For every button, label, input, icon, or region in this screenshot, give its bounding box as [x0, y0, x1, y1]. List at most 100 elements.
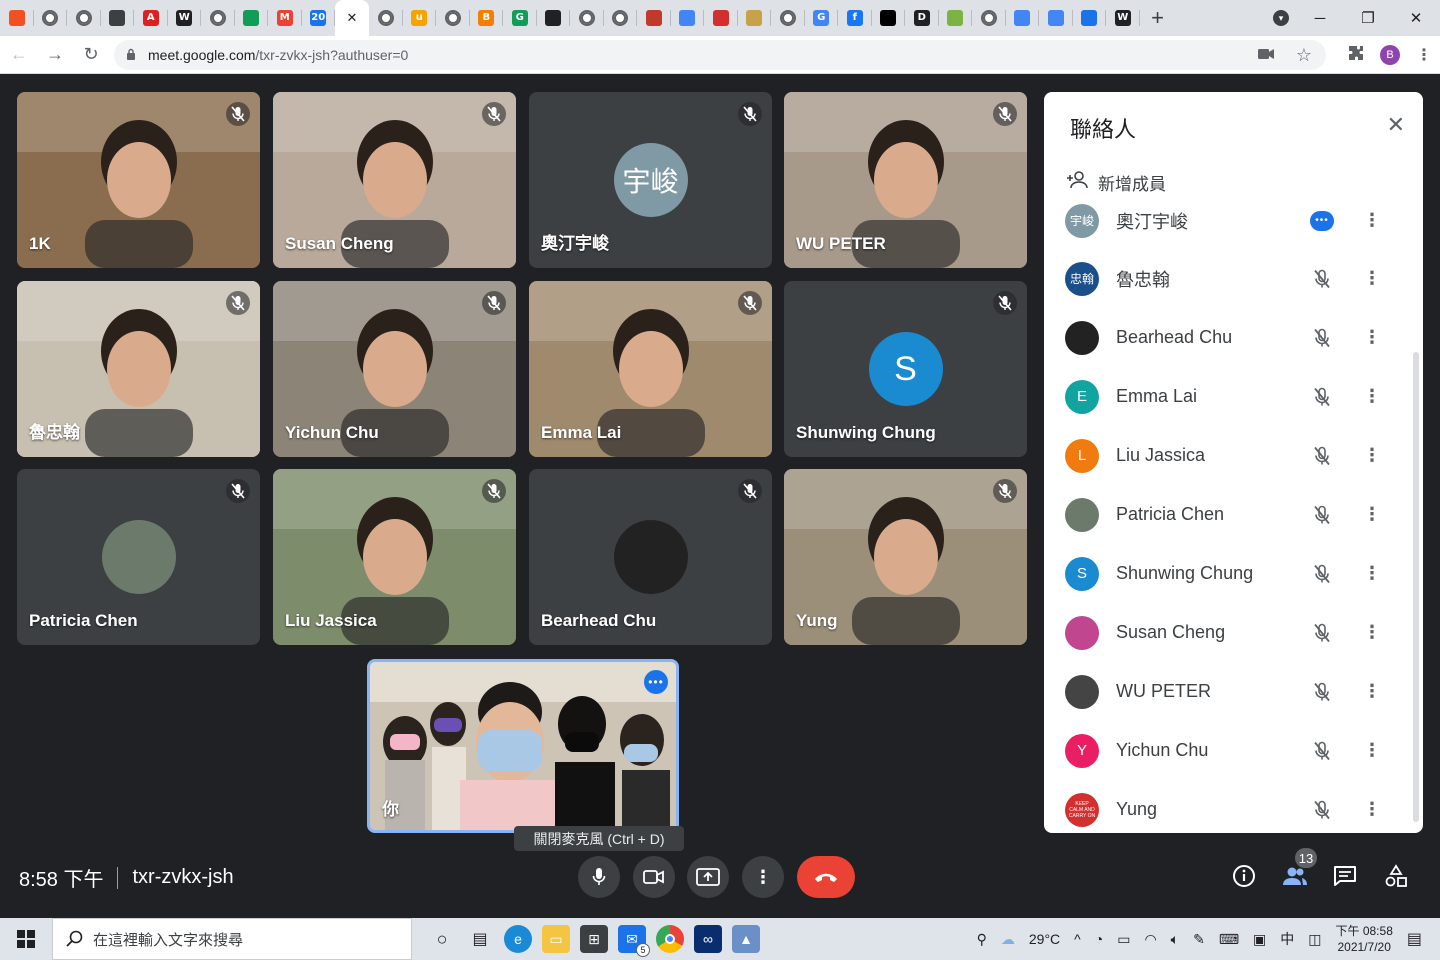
- browser-tab[interactable]: [436, 0, 470, 36]
- participant-row[interactable]: Bearhead Chu ⋮: [1044, 308, 1423, 367]
- browser-tab[interactable]: [201, 0, 235, 36]
- participant-row[interactable]: L Liu Jassica ⋮: [1044, 426, 1423, 485]
- chat-button[interactable]: [1331, 862, 1359, 890]
- participant-tile[interactable]: 魯忠翰: [17, 281, 260, 457]
- close-panel-icon[interactable]: ✕: [1387, 112, 1405, 138]
- browser-tab[interactable]: [872, 0, 906, 36]
- browser-tab[interactable]: M: [268, 0, 302, 36]
- participant-tile[interactable]: Yung: [784, 469, 1027, 645]
- present-button[interactable]: [687, 856, 729, 898]
- browser-tab[interactable]: [939, 0, 973, 36]
- browser-tab[interactable]: 20: [302, 0, 336, 36]
- star-icon[interactable]: ☆: [1296, 45, 1312, 66]
- participant-row[interactable]: Susan Cheng ⋮: [1044, 603, 1423, 662]
- browser-tab[interactable]: [771, 0, 805, 36]
- more-vert-icon[interactable]: ⋮: [1362, 267, 1382, 291]
- camera-button[interactable]: [633, 856, 675, 898]
- more-vert-icon[interactable]: ⋮: [1362, 503, 1382, 527]
- browser-tab[interactable]: [101, 0, 135, 36]
- browser-tab[interactable]: [704, 0, 738, 36]
- chrome-icon[interactable]: [656, 925, 684, 953]
- participant-tile[interactable]: Susan Cheng: [273, 92, 516, 268]
- participant-row[interactable]: 宇峻 奧汀宇峻 ••• ⋮: [1044, 196, 1423, 250]
- participant-tile[interactable]: Emma Lai: [529, 281, 772, 457]
- participant-tile[interactable]: Bearhead Chu: [529, 469, 772, 645]
- volume-icon[interactable]: 🔈︎: [1171, 931, 1179, 948]
- mic-off-icon[interactable]: [1310, 621, 1334, 645]
- pen-icon[interactable]: ✎: [1193, 931, 1205, 948]
- taskbar-search-input[interactable]: 在這裡輸入文字來搜尋: [52, 918, 412, 960]
- new-tab-button[interactable]: +: [1140, 0, 1176, 36]
- participant-tile[interactable]: WU PETER: [784, 92, 1027, 268]
- browser-tab[interactable]: ✕: [335, 0, 369, 36]
- start-button[interactable]: [0, 918, 52, 960]
- mic-off-icon[interactable]: [1310, 798, 1334, 822]
- participant-row[interactable]: E Emma Lai ⋮: [1044, 367, 1423, 426]
- mic-off-icon[interactable]: [1310, 503, 1334, 527]
- mic-off-icon[interactable]: [1310, 739, 1334, 763]
- more-vert-icon[interactable]: ⋮: [1362, 209, 1382, 233]
- participant-tile[interactable]: S Shunwing Chung: [784, 281, 1027, 457]
- participant-tile[interactable]: 1K: [17, 92, 260, 268]
- speaking-indicator-icon[interactable]: •••: [1310, 209, 1334, 233]
- more-vert-icon[interactable]: ⋮: [1362, 385, 1382, 409]
- more-vert-icon[interactable]: ⋮: [1362, 798, 1382, 822]
- ime-mode-icon[interactable]: ◫: [1308, 931, 1321, 948]
- browser-tab[interactable]: W: [1106, 0, 1140, 36]
- webex-icon[interactable]: ∞: [694, 925, 722, 953]
- browser-tab[interactable]: G: [805, 0, 839, 36]
- file-explorer-icon[interactable]: ▭: [542, 925, 570, 953]
- mic-off-icon[interactable]: [1310, 385, 1334, 409]
- restore-button[interactable]: ❐: [1344, 9, 1392, 27]
- people-tray-icon[interactable]: ⚲: [977, 931, 987, 948]
- network-tray-icon[interactable]: ◔: [1095, 931, 1103, 947]
- taskbar-clock[interactable]: 下午 08:58 2021/7/20: [1336, 923, 1393, 955]
- extensions-icon[interactable]: [1348, 45, 1364, 66]
- participant-row[interactable]: WU PETER ⋮: [1044, 662, 1423, 721]
- self-video-tile[interactable]: ••• 你: [367, 659, 679, 833]
- edge-icon[interactable]: e: [504, 925, 532, 953]
- store-icon[interactable]: ⊞: [580, 925, 608, 953]
- mic-off-icon[interactable]: [1310, 267, 1334, 291]
- browser-tab[interactable]: [0, 0, 34, 36]
- mic-off-icon[interactable]: [1310, 326, 1334, 350]
- browser-tab[interactable]: [738, 0, 772, 36]
- browser-tab[interactable]: [34, 0, 68, 36]
- more-vert-icon[interactable]: ⋮: [1362, 680, 1382, 704]
- keyboard-icon[interactable]: ⌨: [1219, 931, 1239, 948]
- browser-tab[interactable]: [537, 0, 571, 36]
- mic-button[interactable]: [578, 856, 620, 898]
- meeting-details-button[interactable]: [1230, 862, 1258, 890]
- browser-tab[interactable]: [67, 0, 101, 36]
- back-button[interactable]: ←: [2, 38, 36, 72]
- weather-icon[interactable]: ☁: [1001, 931, 1015, 948]
- forward-button[interactable]: →: [38, 38, 72, 72]
- browser-tab[interactable]: A: [134, 0, 168, 36]
- browser-tab[interactable]: [637, 0, 671, 36]
- chevron-up-icon[interactable]: ^: [1074, 931, 1081, 947]
- participant-row[interactable]: S Shunwing Chung ⋮: [1044, 544, 1423, 603]
- browser-tab[interactable]: f: [838, 0, 872, 36]
- add-people-button[interactable]: 新增成員: [1066, 170, 1166, 195]
- participant-row[interactable]: Y Yichun Chu ⋮: [1044, 721, 1423, 780]
- participant-tile[interactable]: Liu Jassica: [273, 469, 516, 645]
- browser-tab[interactable]: D: [905, 0, 939, 36]
- display-icon[interactable]: ▣: [1253, 931, 1266, 948]
- widgets-icon[interactable]: ▤: [466, 925, 494, 953]
- battery-icon[interactable]: ▭: [1117, 931, 1130, 948]
- more-vert-icon[interactable]: ⋮: [1362, 739, 1382, 763]
- activities-button[interactable]: [1382, 862, 1410, 890]
- browser-tab[interactable]: [1039, 0, 1073, 36]
- browser-tab[interactable]: G: [503, 0, 537, 36]
- participant-tile[interactable]: Patricia Chen: [17, 469, 260, 645]
- task-view-icon[interactable]: ○: [428, 925, 456, 953]
- people-list-scrollbar[interactable]: [1413, 352, 1419, 822]
- browser-tab[interactable]: [1006, 0, 1040, 36]
- browser-tab[interactable]: W: [168, 0, 202, 36]
- camera-icon[interactable]: [1257, 47, 1274, 64]
- minimize-button[interactable]: ─: [1296, 10, 1344, 27]
- leave-call-button[interactable]: [797, 856, 855, 898]
- more-vert-icon[interactable]: ⋮: [1362, 326, 1382, 350]
- browser-tab[interactable]: u: [403, 0, 437, 36]
- photos-icon[interactable]: ▲: [732, 925, 760, 953]
